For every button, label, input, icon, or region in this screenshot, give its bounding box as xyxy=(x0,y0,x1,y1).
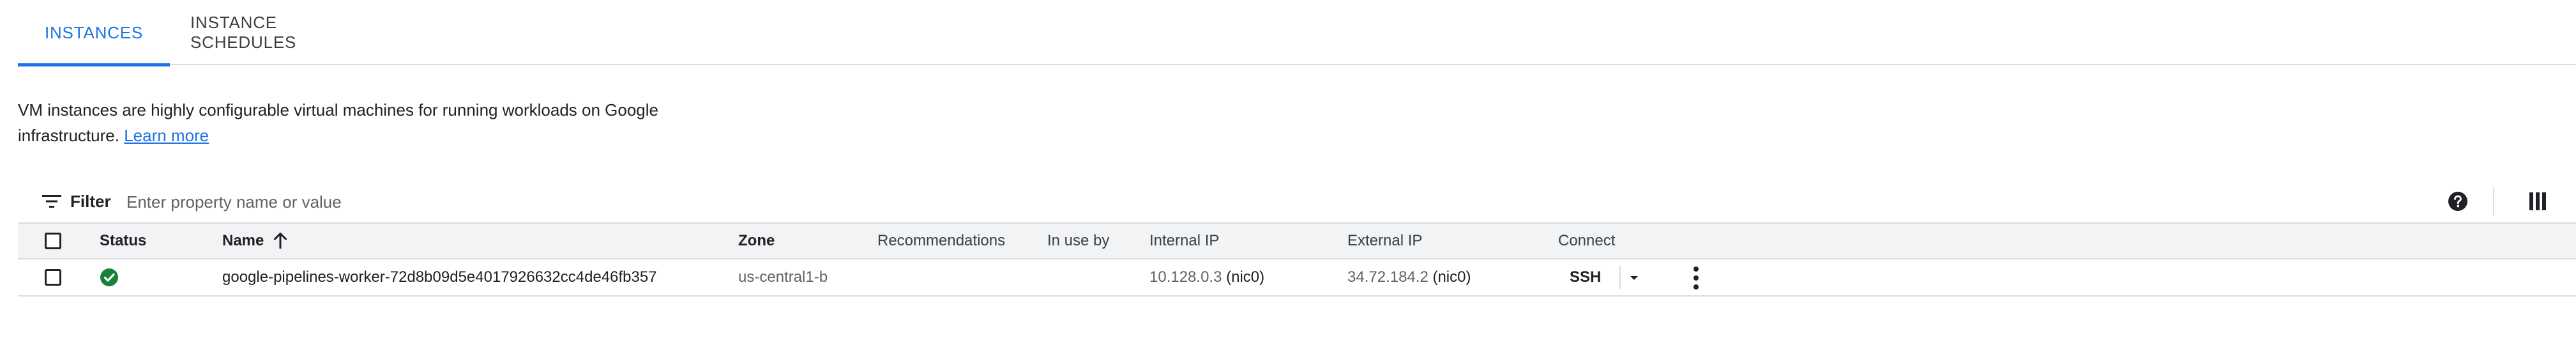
tab-instances[interactable]: INSTANCES xyxy=(18,0,170,66)
internal-ip-cell: 10.128.0.3 (nic0) xyxy=(1149,259,1264,295)
external-ip-cell: 34.72.184.2 (nic0) xyxy=(1347,259,1471,295)
tab-bar: INSTANCES INSTANCE SCHEDULES xyxy=(18,0,2576,66)
tab-instance-schedules[interactable]: INSTANCE SCHEDULES xyxy=(190,0,375,65)
column-header-name[interactable]: Name xyxy=(222,224,288,258)
sort-ascending-icon[interactable] xyxy=(273,233,288,249)
check-circle-icon xyxy=(100,268,118,286)
filter-input[interactable] xyxy=(125,187,894,217)
vm-instances-page: INSTANCES INSTANCE SCHEDULES VM instance… xyxy=(0,0,2576,340)
external-ip-value: 34.72.184.2 xyxy=(1347,268,1428,286)
table-row: google-pipelines-worker-72d8b09d5e401792… xyxy=(18,259,2576,297)
internal-ip-nic-link[interactable]: (nic0) xyxy=(1226,268,1264,286)
column-display-icon[interactable] xyxy=(2529,192,2546,210)
column-header-internal-ip: Internal IP xyxy=(1149,232,1220,249)
ssh-dropdown-icon[interactable] xyxy=(1626,270,1642,286)
tab-instance-schedules-label: INSTANCE SCHEDULES xyxy=(190,13,297,52)
help-icon[interactable] xyxy=(2448,191,2468,212)
column-header-status[interactable]: Status xyxy=(100,224,146,258)
column-header-connect: Connect xyxy=(1558,232,1616,249)
table-header-row: Status Name Zone Recommendations In use … xyxy=(18,222,2576,259)
column-header-zone[interactable]: Zone xyxy=(738,224,775,258)
row-select-cell xyxy=(45,259,61,295)
column-header-in-use-by: In use by xyxy=(1047,232,1110,249)
more-actions-icon[interactable] xyxy=(1691,266,1701,290)
instances-table: Status Name Zone Recommendations In use … xyxy=(18,222,2576,297)
internal-ip-value: 10.128.0.3 xyxy=(1149,268,1222,286)
page-description: VM instances are highly configurable vir… xyxy=(18,97,720,148)
description-text: VM instances are highly configurable vir… xyxy=(18,100,658,145)
tab-instances-label: INSTANCES xyxy=(44,22,144,42)
column-header-external-ip: External IP xyxy=(1347,232,1423,249)
select-all-cell xyxy=(45,224,61,258)
external-ip-nic-link[interactable]: (nic0) xyxy=(1432,268,1471,286)
ssh-button[interactable]: SSH xyxy=(1570,259,1601,295)
filter-bar: Filter xyxy=(18,179,2576,224)
filter-label[interactable]: Filter xyxy=(70,179,111,224)
ssh-divider xyxy=(1619,266,1621,289)
toolbar-divider xyxy=(2493,187,2494,216)
select-all-checkbox[interactable] xyxy=(45,233,61,249)
filter-icon[interactable] xyxy=(42,194,61,209)
column-header-name-label: Name xyxy=(222,232,264,249)
row-checkbox[interactable] xyxy=(45,269,61,286)
learn-more-link[interactable]: Learn more xyxy=(124,126,209,145)
status-cell xyxy=(80,259,119,295)
zone-cell: us-central1-b xyxy=(738,268,828,286)
instance-name-link[interactable]: google-pipelines-worker-72d8b09d5e401792… xyxy=(222,259,657,295)
column-header-recommendations: Recommendations xyxy=(877,232,1006,249)
